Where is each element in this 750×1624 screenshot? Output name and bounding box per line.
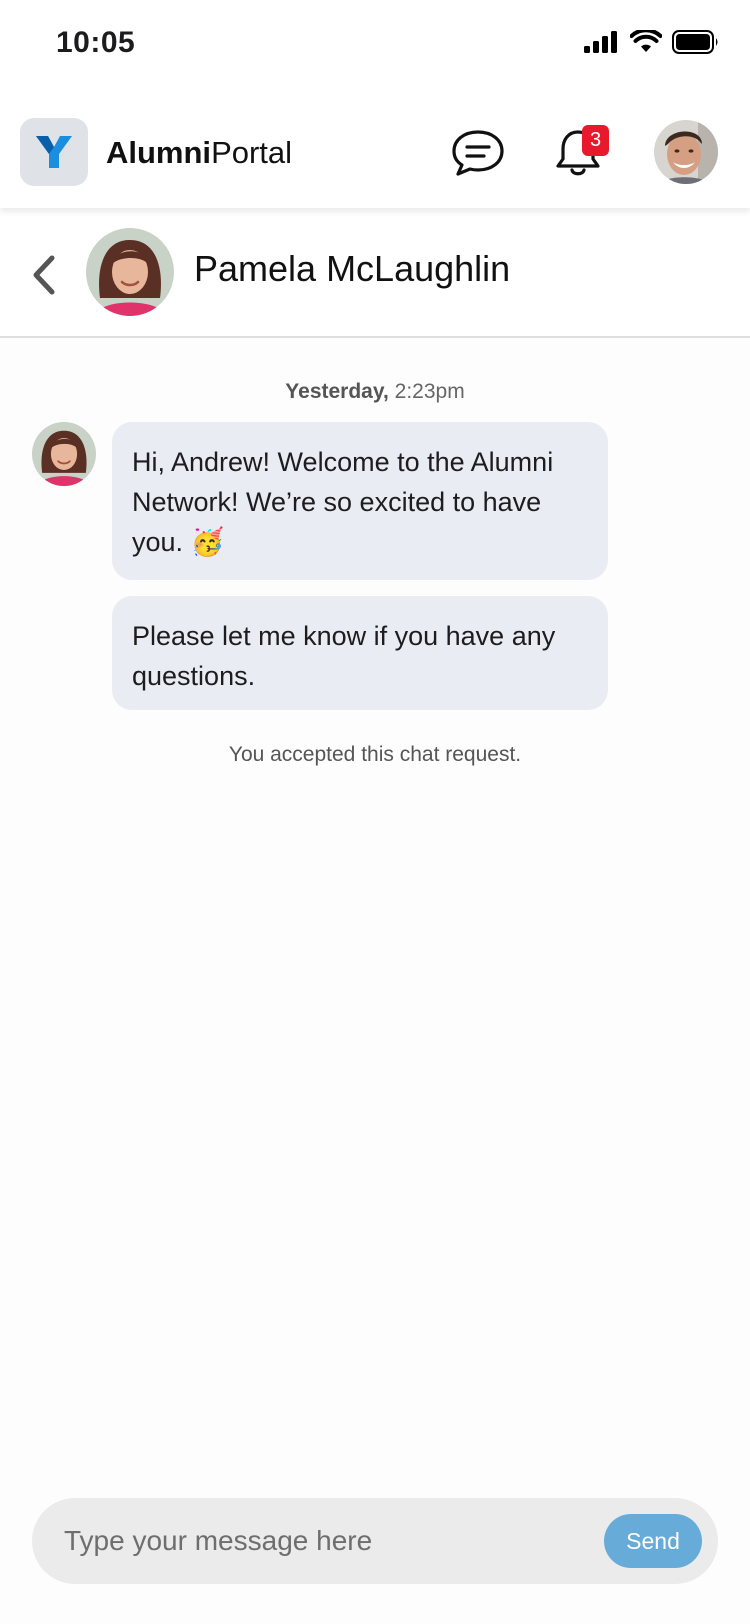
sender-avatar[interactable]	[32, 422, 96, 486]
message-input[interactable]	[64, 1518, 604, 1564]
app-logo[interactable]	[20, 118, 88, 186]
notification-badge: 3	[582, 125, 609, 156]
send-button[interactable]: Send	[604, 1514, 702, 1568]
timestamp-time: 2:23pm	[394, 380, 465, 403]
chat-screen: 10:05 AlumniPortal 3 Pamela McLaughlin Y…	[0, 0, 750, 1624]
conversation-header: Pamela McLaughlin	[0, 208, 750, 338]
contact-avatar[interactable]	[86, 228, 174, 316]
user-avatar-image	[654, 120, 718, 184]
status-icons	[584, 30, 720, 54]
status-time: 10:05	[56, 26, 136, 59]
app-header: AlumniPortal 3	[0, 88, 750, 208]
battery-icon	[672, 30, 718, 54]
wifi-icon	[630, 30, 662, 52]
app-name: AlumniPortal	[106, 135, 292, 171]
message-timestamp: Yesterday, 2:23pm	[0, 380, 750, 404]
chat-request-note: You accepted this chat request.	[228, 743, 522, 766]
timestamp-day: Yesterday,	[285, 380, 389, 403]
status-bar: 10:05	[0, 0, 750, 88]
contact-avatar-image	[86, 228, 174, 316]
back-chevron-icon[interactable]	[24, 250, 64, 300]
message-bubble[interactable]: Please let me know if you have any quest…	[112, 596, 608, 710]
signal-icon	[584, 31, 617, 53]
chat-bubble-icon[interactable]	[450, 128, 506, 178]
y-logo-icon	[36, 136, 72, 168]
app-name-bold: Alumni	[106, 135, 212, 170]
sender-avatar-image	[32, 422, 96, 486]
app-name-regular: Portal	[211, 135, 293, 170]
message-composer: Send	[32, 1498, 718, 1584]
user-avatar[interactable]	[654, 120, 718, 184]
message-bubble[interactable]: Hi, Andrew! Welcome to the Alumni Networ…	[112, 422, 608, 580]
contact-name: Pamela McLaughlin	[194, 248, 511, 289]
